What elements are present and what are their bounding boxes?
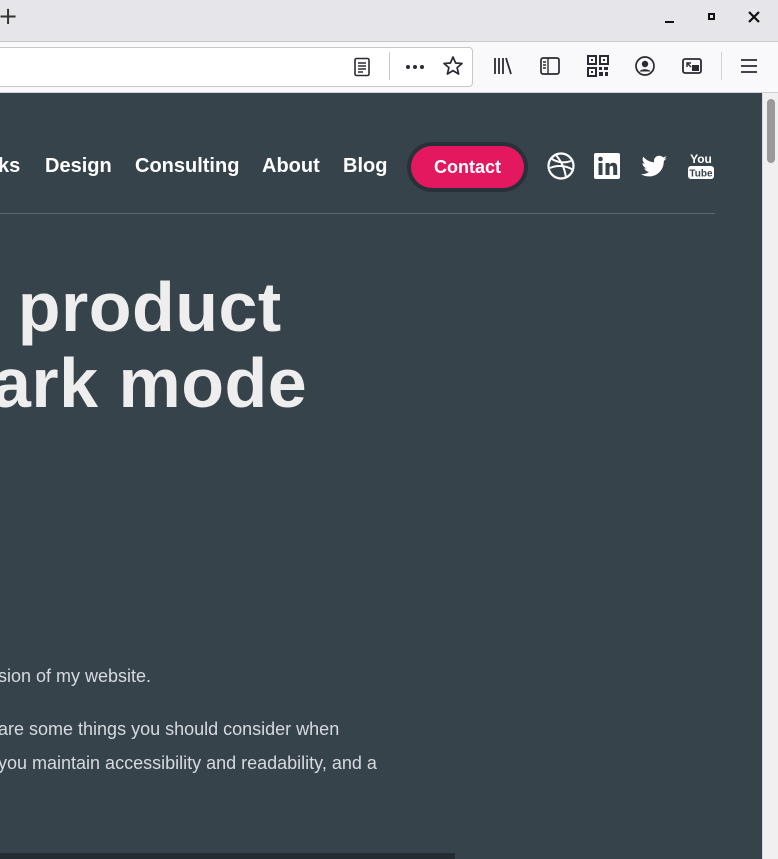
hamburger-menu-icon[interactable] [737,54,761,78]
youtube-text-you: You [690,152,712,166]
body-paragraph-line-2: you maintain accessibility and readabili… [0,753,377,773]
reader-view-icon[interactable] [350,55,374,79]
content-block-edge [0,853,455,859]
web-page: ks Design Consulting About Blog Contact … [0,93,762,859]
youtube-text-tube: Tube [689,169,713,180]
browser-toolbar [0,42,778,93]
toolbar-separator [389,52,390,80]
minimize-button[interactable] [656,6,684,28]
body-paragraph-line-1: are some things you should consider when [0,719,340,739]
minimize-icon [665,21,674,23]
sidebar-icon[interactable] [538,54,562,78]
more-icon[interactable] [403,55,427,79]
intro-paragraph: sion of my website. [0,666,152,686]
picture-in-picture-icon[interactable] [680,54,704,78]
scrollbar-thumb[interactable] [767,99,775,163]
library-icon[interactable] [491,54,515,78]
browser-tab-bar: + [0,0,778,42]
nav-consulting[interactable]: Consulting [135,151,239,181]
nav-works[interactable]: ks [0,151,20,181]
nav-about[interactable]: About [262,151,320,181]
close-icon [748,11,760,23]
nav-blog[interactable]: Blog [343,151,387,181]
youtube-icon[interactable]: You Tube [686,151,716,181]
twitter-icon[interactable] [639,151,669,181]
header-divider [0,213,715,214]
qr-code-icon[interactable] [586,54,610,78]
toolbar-separator [721,52,722,80]
dribbble-icon[interactable] [546,151,576,181]
contact-button-label: Contact [411,146,524,188]
maximize-button[interactable] [698,6,726,28]
nav-design[interactable]: Design [45,151,112,181]
linkedin-icon[interactable] [592,151,622,181]
headline-line-2: lark mode [0,344,308,422]
bookmark-star-icon[interactable] [441,54,465,78]
close-button[interactable] [740,6,768,28]
account-icon[interactable] [633,54,657,78]
new-tab-button[interactable]: + [0,1,18,31]
maximize-icon [708,13,715,20]
contact-button[interactable]: Contact [407,142,528,192]
headline-line-1: r product [0,268,282,346]
vertical-scrollbar[interactable] [762,93,778,859]
